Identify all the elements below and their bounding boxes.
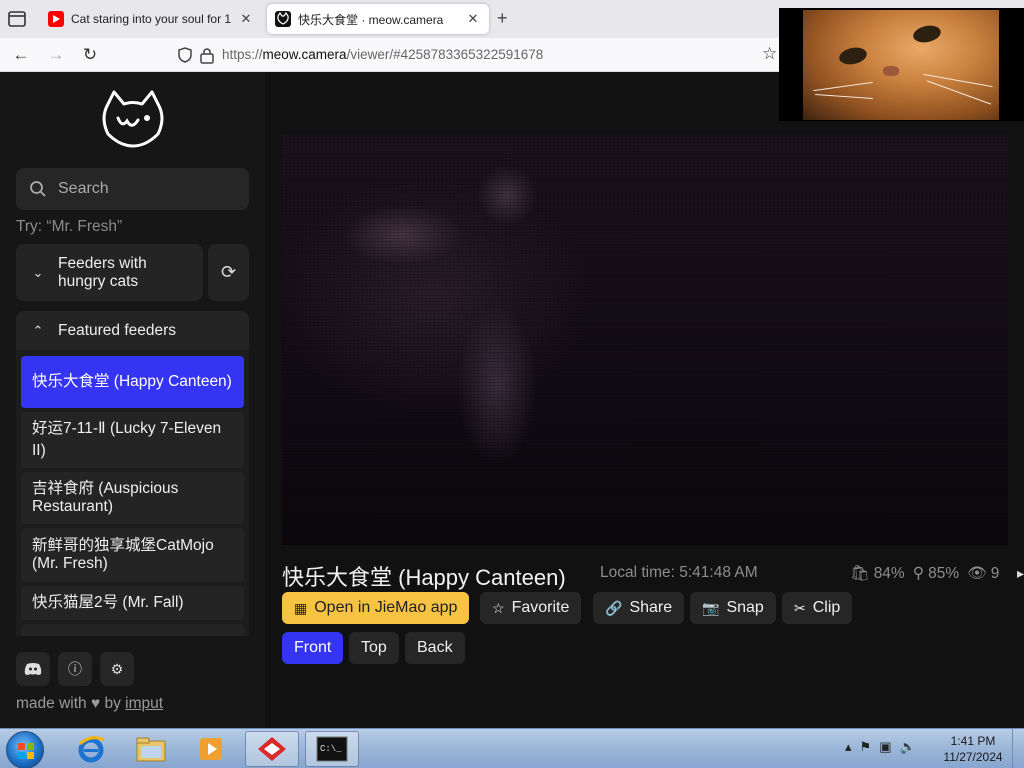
flag-icon[interactable]: ⚑	[860, 739, 872, 755]
app-red-icon[interactable]	[245, 731, 299, 767]
feeder-list[interactable]: 快乐大食堂 (Happy Canteen) 好运7-11-Ⅱ (Lucky 7-…	[16, 350, 249, 636]
gear-icon[interactable]: ⚙	[100, 652, 134, 686]
volume-muted-icon[interactable]: 🔈	[899, 739, 915, 755]
windows-taskbar: C:\_ ▴ ⚑ ▣ 🔈 1:41 PM 11/27/2024	[0, 728, 1024, 768]
camera-top-button[interactable]: Top	[349, 632, 399, 664]
viewer-count: 👁 9	[967, 565, 1000, 582]
star-icon: ☆	[492, 599, 505, 616]
address-bar[interactable]: https://meow.camera/viewer/#425878336532…	[222, 47, 543, 62]
search-hint: Try: “Mr. Fresh”	[16, 218, 123, 235]
cat-logo-icon	[275, 11, 291, 27]
network-icon[interactable]: ▣	[879, 739, 891, 755]
camera-back-button[interactable]: Back	[405, 632, 465, 664]
group-label: Feeders with hungry cats	[58, 254, 147, 290]
system-tray: ▴ ⚑ ▣ 🔈	[845, 739, 916, 755]
forward-arrow-icon[interactable]: →	[45, 44, 67, 66]
group-hungry-cats[interactable]: ⌄ Feeders with hungry cats	[16, 244, 203, 301]
search-input[interactable]	[58, 180, 238, 198]
file-explorer-icon[interactable]	[124, 731, 178, 767]
close-tab-icon[interactable]: ✕	[465, 11, 481, 27]
shield-icon[interactable]	[176, 46, 194, 64]
food-level: 🛍 84%	[850, 565, 905, 582]
back-arrow-icon[interactable]: ←	[10, 44, 32, 66]
food-bag-icon: 🛍	[850, 565, 870, 582]
info-icon[interactable]: ⓘ	[58, 652, 92, 686]
clock-date: 11/27/2024	[943, 750, 1003, 764]
bookmark-star-icon[interactable]: ☆	[762, 44, 777, 64]
picture-in-picture-video[interactable]	[779, 8, 1024, 121]
svg-text:C:\_: C:\_	[320, 744, 342, 754]
tab-list-icon[interactable]	[6, 8, 28, 30]
favorite-button[interactable]: ☆ Favorite	[480, 592, 582, 624]
group-label: Featured feeders	[58, 321, 177, 339]
scissors-icon: ✂	[794, 599, 806, 616]
search-box[interactable]	[16, 168, 249, 210]
eye-icon: 👁	[967, 565, 987, 582]
camera-icon: 📷	[702, 599, 720, 616]
tab-title: Cat staring into your soul for 1	[71, 12, 232, 26]
cat-face-image	[803, 10, 999, 120]
feeder-stats: 🛍 84% ⚲ 85% 👁 9	[850, 564, 999, 583]
tab-title: 快乐大食堂 · meow.camera	[298, 12, 444, 27]
feeder-item-lucky-7-eleven[interactable]: 好运7-11-Ⅱ (Lucky 7-Eleven II)	[21, 412, 244, 468]
reload-icon[interactable]: ↻	[79, 44, 101, 66]
camera-video-stream[interactable]	[282, 135, 1008, 545]
group-featured-feeders[interactable]: ⌃ Featured feeders	[16, 311, 249, 350]
windows-logo-icon	[18, 743, 34, 759]
refresh-icon[interactable]: ⟳	[208, 244, 249, 301]
feeder-item-mr-fresh[interactable]: 新鲜哥的独享城堡CatMojo (Mr. Fresh)	[21, 528, 244, 582]
close-tab-icon[interactable]: ✕	[238, 11, 254, 27]
feeder-item-mr-fall[interactable]: 快乐猫屋2号 (Mr. Fall)	[21, 586, 244, 620]
qr-code-icon: ▦	[294, 599, 308, 616]
command-prompt-icon[interactable]: C:\_	[305, 731, 359, 767]
media-player-icon[interactable]	[184, 731, 238, 767]
chevron-up-icon[interactable]: ▴	[845, 739, 852, 755]
new-tab-icon[interactable]: +	[497, 8, 508, 29]
tab-cat-video[interactable]: Cat staring into your soul for 1 ✕	[40, 4, 262, 34]
chevron-up-icon: ⌃	[32, 322, 44, 338]
clock-time: 1:41 PM	[950, 734, 996, 748]
start-button[interactable]	[6, 731, 44, 768]
local-time: Local time: 5:41:48 AM	[600, 564, 758, 581]
show-desktop-button[interactable]	[1012, 729, 1024, 768]
camera-title: 快乐大食堂 (Happy Canteen)	[282, 565, 566, 590]
signal-icon: ⚲	[912, 565, 925, 582]
internet-explorer-icon[interactable]	[64, 731, 118, 767]
heart-icon: ♥	[90, 695, 101, 712]
feeder-item-partial[interactable]	[21, 624, 244, 636]
author-link[interactable]: imput	[125, 695, 163, 712]
screen: Cat staring into your soul for 1 ✕ 快乐大食堂…	[0, 0, 1024, 768]
camera-front-button[interactable]: Front	[282, 632, 344, 664]
feeder-item-happy-canteen[interactable]: 快乐大食堂 (Happy Canteen)	[21, 356, 244, 408]
snap-button[interactable]: 📷 Snap	[690, 592, 776, 624]
search-icon	[30, 181, 46, 197]
clip-button[interactable]: ✂ Clip	[782, 592, 853, 624]
open-in-app-button[interactable]: ▦ Open in JieMao app	[282, 592, 470, 624]
youtube-icon	[48, 11, 64, 27]
share-button[interactable]: 🔗 Share	[593, 592, 685, 624]
meow-camera-logo[interactable]	[100, 88, 166, 150]
discord-icon[interactable]	[16, 652, 50, 686]
link-icon: 🔗	[605, 599, 623, 616]
chevron-right-icon[interactable]: ▸	[1017, 565, 1024, 582]
feeder-item-auspicious-restaurant[interactable]: 吉祥食府 (Auspicious Restaurant)	[21, 472, 244, 524]
made-with-credit: made with ♥ by imput	[16, 695, 164, 712]
signal-level: ⚲ 85%	[912, 565, 960, 582]
taskbar-clock[interactable]: 1:41 PM 11/27/2024	[938, 733, 1008, 765]
lock-icon[interactable]	[199, 46, 215, 64]
tab-meow-camera[interactable]: 快乐大食堂 · meow.camera ✕	[267, 4, 489, 34]
chevron-down-icon: ⌄	[32, 264, 44, 280]
